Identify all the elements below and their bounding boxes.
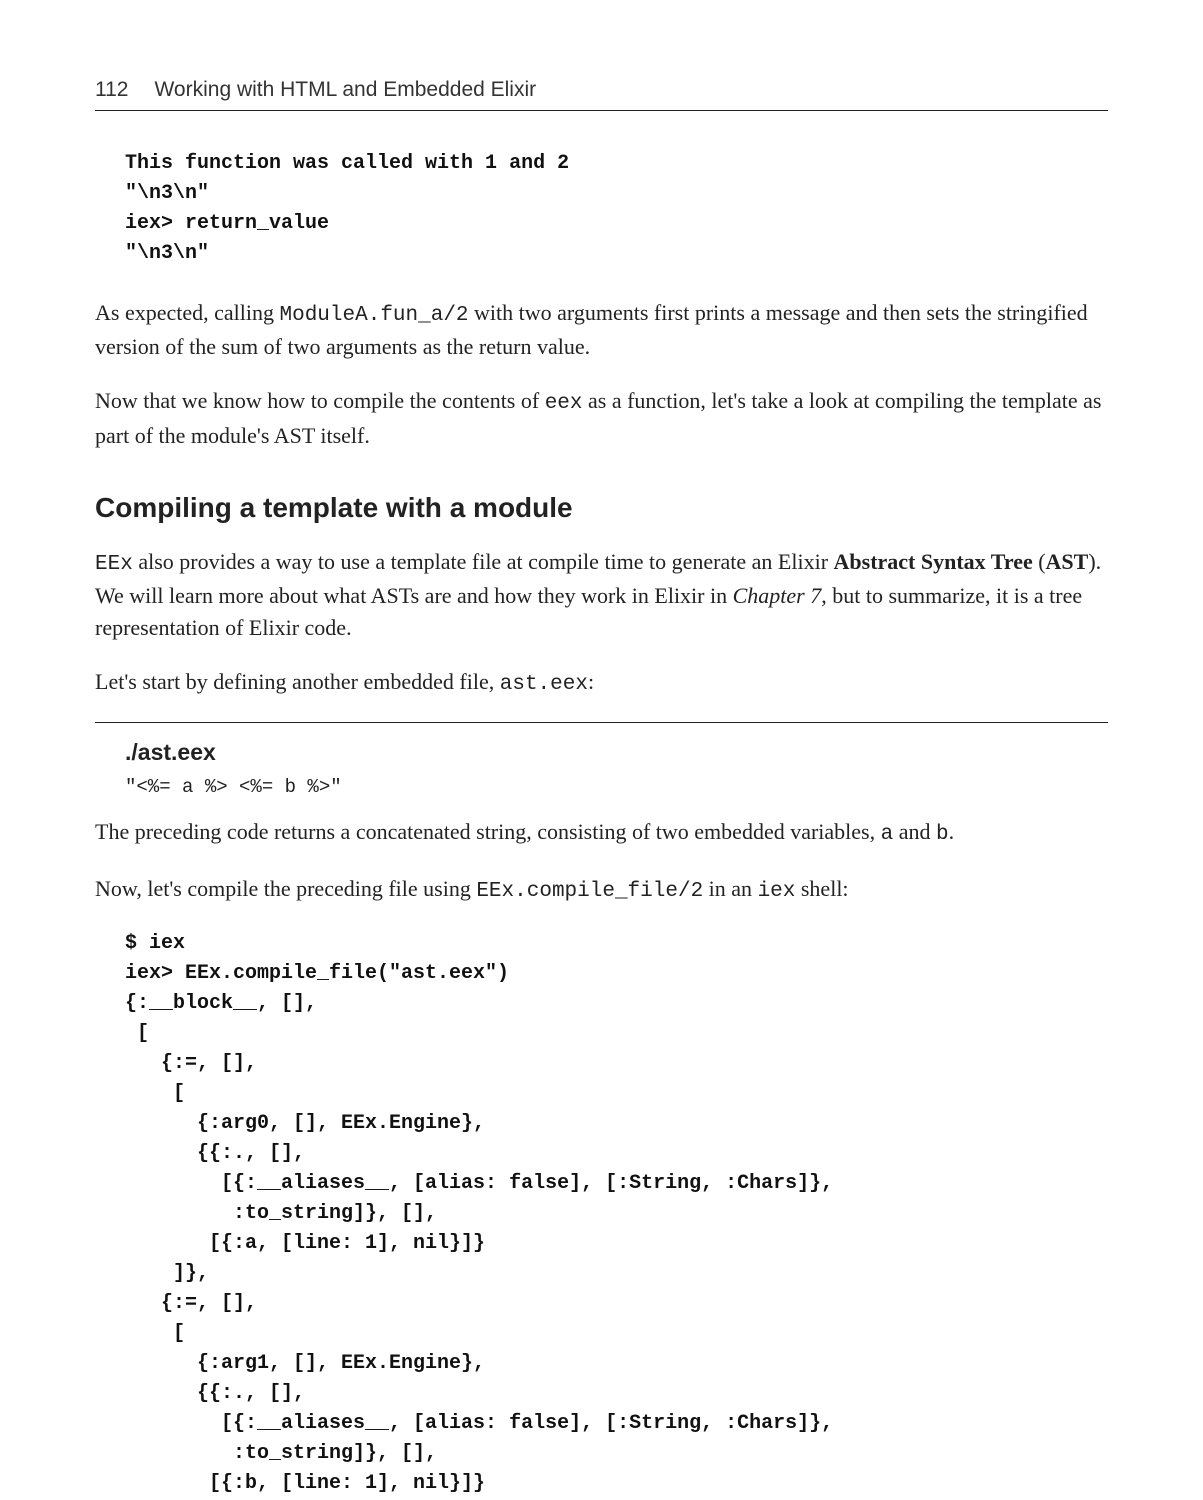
paragraph: EEx also provides a way to use a templat… <box>95 546 1108 644</box>
paragraph: Now that we know how to compile the cont… <box>95 385 1108 451</box>
text: and <box>893 819 936 844</box>
inline-code: b <box>936 823 949 846</box>
page-number: 112 <box>95 78 128 102</box>
paragraph: Let's start by defining another embedded… <box>95 666 1108 700</box>
inline-code: ast.eex <box>500 673 588 696</box>
section-heading: Compiling a template with a module <box>95 492 1108 524</box>
text: Now, let's compile the preceding file us… <box>95 876 476 901</box>
text: Now that we know how to compile the cont… <box>95 388 545 413</box>
text: The preceding code returns a concatenate… <box>95 819 881 844</box>
text: in an <box>703 876 757 901</box>
paragraph: The preceding code returns a concatenate… <box>95 816 1108 850</box>
inline-code: a <box>881 823 894 846</box>
text: As expected, calling <box>95 300 280 325</box>
inline-code: EEx.compile_file/2 <box>476 880 703 903</box>
inline-code: ModuleA.fun_a/2 <box>280 304 469 327</box>
term: AST <box>1046 549 1089 574</box>
inline-code: EEx <box>95 553 133 576</box>
paragraph: Now, let's compile the preceding file us… <box>95 873 1108 907</box>
paragraph: As expected, calling ModuleA.fun_a/2 wit… <box>95 297 1108 363</box>
code-block-iex: $ iex iex> EEx.compile_file("ast.eex") {… <box>125 929 1108 1499</box>
file-heading: ./ast.eex <box>125 739 1108 766</box>
text: shell: <box>795 876 848 901</box>
text: : <box>588 669 594 694</box>
inline-code: eex <box>545 392 583 415</box>
page: 112 Working with HTML and Embedded Elixi… <box>0 0 1203 1500</box>
page-header: 112 Working with HTML and Embedded Elixi… <box>95 78 1108 111</box>
text: . <box>949 819 955 844</box>
inline-code: iex <box>758 880 796 903</box>
chapter-title: Working with HTML and Embedded Elixir <box>154 78 536 102</box>
text: ( <box>1033 549 1046 574</box>
term: Abstract Syntax Tree <box>834 549 1033 574</box>
reference: Chapter 7 <box>733 583 822 608</box>
text: Let's start by defining another embedded… <box>95 669 500 694</box>
divider <box>95 722 1108 723</box>
text: also provides a way to use a template fi… <box>133 549 834 574</box>
code-snippet: "<%= a %> <%= b %>" <box>125 776 1108 798</box>
code-block-output: This function was called with 1 and 2 "\… <box>125 149 1108 269</box>
